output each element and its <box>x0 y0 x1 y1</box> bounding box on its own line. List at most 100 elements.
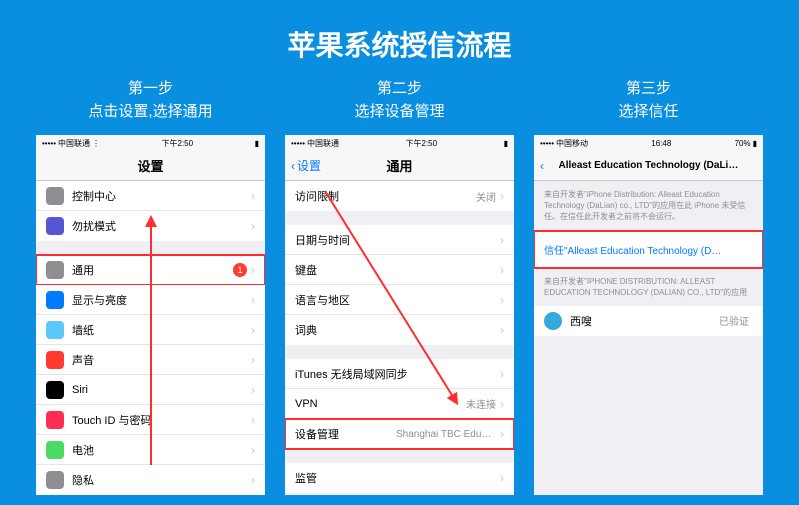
app-icon <box>544 312 562 330</box>
nav-title: 通用 <box>386 156 412 175</box>
battery-pct: 70% <box>735 139 751 148</box>
row-label: 隐私 <box>72 472 251 488</box>
control-center-icon <box>46 187 64 205</box>
signal-dots-icon: ••••• <box>540 139 554 148</box>
wallpaper-icon <box>46 321 64 339</box>
row-app[interactable]: 西嗖 已验证 <box>534 306 763 336</box>
chevron-right-icon: › <box>251 189 255 203</box>
chevron-right-icon: › <box>500 397 504 411</box>
app-status-label: 已验证 <box>719 313 749 328</box>
chevron-right-icon: › <box>500 367 504 381</box>
row-value: 关闭 <box>476 189 496 204</box>
row-siri[interactable]: Siri › <box>36 375 265 405</box>
row-datetime[interactable]: 日期与时间 › <box>285 225 514 255</box>
chevron-right-icon: › <box>251 473 255 487</box>
row-label: Siri <box>72 384 251 396</box>
row-label: 访问限制 <box>295 188 476 204</box>
step-2-num: 第二步 <box>354 78 444 101</box>
row-label: 控制中心 <box>72 188 251 204</box>
chevron-right-icon: › <box>251 263 255 277</box>
carrier-label: 中国移动 <box>556 138 588 149</box>
row-restrictions[interactable]: 访问限制 关闭 › <box>285 181 514 211</box>
nav-bar: ‹ 设置 通用 <box>285 151 514 181</box>
chevron-right-icon: › <box>500 189 504 203</box>
page-title: 苹果系统授信流程 <box>0 0 799 78</box>
chevron-right-icon: › <box>251 219 255 233</box>
step-3: 第三步 选择信任 ••••• 中国移动 16:48 70% ▮ ‹ Alleas… <box>534 78 763 495</box>
battery-icon: ▮ <box>255 139 259 148</box>
gear-icon <box>46 261 64 279</box>
step-1-desc: 点击设置,选择通用 <box>88 101 212 124</box>
row-regulatory[interactable]: 监管 › <box>285 463 514 493</box>
back-label: 设置 <box>297 157 321 174</box>
row-language[interactable]: 语言与地区 › <box>285 285 514 315</box>
status-bar: ••••• 中国移动 16:48 70% ▮ <box>534 135 763 151</box>
step-3-num: 第三步 <box>618 78 678 101</box>
moon-icon <box>46 217 64 235</box>
chevron-right-icon: › <box>500 293 504 307</box>
row-label: iTunes 无线局域网同步 <box>295 366 500 382</box>
trust-developer-button[interactable]: 信任"Alleast Education Technology (D… <box>534 231 763 268</box>
chevron-right-icon: › <box>500 263 504 277</box>
fingerprint-icon <box>46 411 64 429</box>
carrier-label: 中国联通 <box>307 138 339 149</box>
row-keyboard[interactable]: 键盘 › <box>285 255 514 285</box>
steps-row: 第一步 点击设置,选择通用 ••••• 中国联通 ⋮ 下午2:50 ▮ 设置 控… <box>0 78 799 495</box>
chevron-right-icon: › <box>251 323 255 337</box>
row-label: Touch ID 与密码 <box>72 412 251 428</box>
chevron-right-icon: › <box>251 383 255 397</box>
step-3-desc: 选择信任 <box>618 101 678 124</box>
step-2-desc: 选择设备管理 <box>354 101 444 124</box>
row-control-center[interactable]: 控制中心 › <box>36 181 265 211</box>
row-wallpaper[interactable]: 墙纸 › <box>36 315 265 345</box>
back-button[interactable]: ‹ <box>540 159 544 173</box>
back-button[interactable]: ‹ 设置 <box>291 157 321 174</box>
row-itunes-wifi[interactable]: iTunes 无线局域网同步 › <box>285 359 514 389</box>
chevron-right-icon: › <box>251 443 255 457</box>
status-time: 16:48 <box>651 139 671 148</box>
row-label: 显示与亮度 <box>72 292 251 308</box>
status-bar: ••••• 中国联通 ⋮ 下午2:50 ▮ <box>36 135 265 151</box>
chevron-right-icon: › <box>251 413 255 427</box>
signal-dots-icon: ••••• <box>42 139 56 148</box>
app-name-label: 西嗖 <box>570 313 719 329</box>
row-display[interactable]: 显示与亮度 › <box>36 285 265 315</box>
chevron-right-icon: › <box>500 471 504 485</box>
row-general[interactable]: 通用 1 › <box>36 255 265 285</box>
step-1-head: 第一步 点击设置,选择通用 <box>88 78 212 123</box>
row-label: 语言与地区 <box>295 292 500 308</box>
row-label: 键盘 <box>295 262 500 278</box>
row-touchid[interactable]: Touch ID 与密码 › <box>36 405 265 435</box>
status-time: 下午2:50 <box>406 138 438 149</box>
carrier-label: 中国联通 <box>58 138 90 149</box>
row-label: 通用 <box>72 262 233 278</box>
chevron-right-icon: › <box>500 323 504 337</box>
chevron-right-icon: › <box>251 293 255 307</box>
row-value: 未连接 <box>466 396 496 411</box>
chevron-left-icon: ‹ <box>291 159 295 173</box>
chevron-right-icon: › <box>251 353 255 367</box>
step-1: 第一步 点击设置,选择通用 ••••• 中国联通 ⋮ 下午2:50 ▮ 设置 控… <box>36 78 265 495</box>
chevron-left-icon: ‹ <box>540 159 544 173</box>
battery-icon <box>46 441 64 459</box>
sound-icon <box>46 351 64 369</box>
phone-3: ••••• 中国移动 16:48 70% ▮ ‹ Alleast Educati… <box>534 135 763 495</box>
row-sound[interactable]: 声音 › <box>36 345 265 375</box>
step-1-num: 第一步 <box>88 78 212 101</box>
row-vpn[interactable]: VPN 未连接 › <box>285 389 514 419</box>
badge-count: 1 <box>233 263 247 277</box>
battery-icon: ▮ <box>753 139 757 148</box>
row-label: 设备管理 <box>295 426 396 442</box>
row-privacy[interactable]: 隐私 › <box>36 465 265 495</box>
row-dnd[interactable]: 勿扰模式 › <box>36 211 265 241</box>
row-label: VPN <box>295 398 466 410</box>
row-value: Shanghai TBC Education Dev… <box>396 429 496 440</box>
row-battery[interactable]: 电池 › <box>36 435 265 465</box>
row-dictionary[interactable]: 词典 › <box>285 315 514 345</box>
step-3-head: 第三步 选择信任 <box>618 78 678 123</box>
phone-2: ••••• 中国联通 下午2:50 ▮ ‹ 设置 通用 访问限制 关闭 › <box>285 135 514 495</box>
row-label: 墙纸 <box>72 322 251 338</box>
nav-bar: 设置 <box>36 151 265 181</box>
step-2: 第二步 选择设备管理 ••••• 中国联通 下午2:50 ▮ ‹ 设置 通用 访… <box>285 78 514 495</box>
row-device-mgmt[interactable]: 设备管理 Shanghai TBC Education Dev… › <box>285 419 514 449</box>
